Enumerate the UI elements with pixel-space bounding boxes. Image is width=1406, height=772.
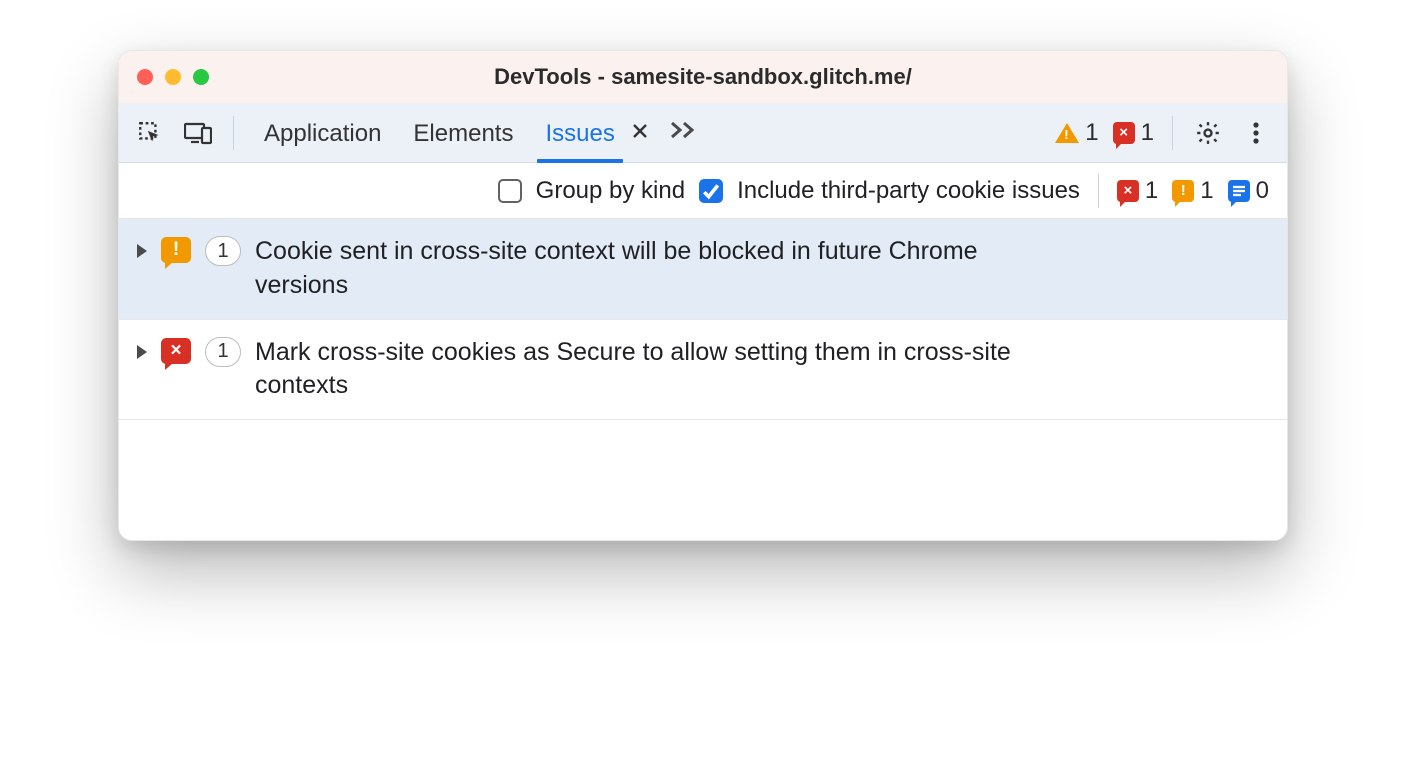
error-kind-count[interactable]: × 1 <box>1117 177 1158 205</box>
close-window-button[interactable] <box>137 69 153 85</box>
issue-count-badge: 1 <box>205 337 241 367</box>
info-kind-count[interactable]: 0 <box>1228 177 1269 205</box>
warning-kind-count[interactable]: ! 1 <box>1172 177 1213 205</box>
traffic-lights <box>137 69 209 85</box>
tab-application[interactable]: Application <box>258 106 387 160</box>
issue-title: Cookie sent in cross-site context will b… <box>255 235 1075 303</box>
warning-bubble-icon: ! <box>161 237 191 263</box>
maximize-window-button[interactable] <box>193 69 209 85</box>
issue-row[interactable]: × 1 Mark cross-site cookies as Secure to… <box>119 320 1287 421</box>
include-third-party-checkbox[interactable] <box>699 179 723 203</box>
issue-severity-icon: ! <box>161 237 191 263</box>
titlebar: DevTools - samesite-sandbox.glitch.me/ <box>119 51 1287 103</box>
window-title: DevTools - samesite-sandbox.glitch.me/ <box>119 64 1287 90</box>
main-toolbar: Application Elements Issues 1 × 1 <box>119 103 1287 163</box>
inspect-element-icon[interactable] <box>133 116 167 150</box>
issue-count-badge: 1 <box>205 236 241 266</box>
separator <box>1098 174 1099 208</box>
panel-tabs: Application Elements Issues <box>258 106 699 160</box>
error-bubble-icon: × <box>161 338 191 364</box>
toolbar-warning-count[interactable]: 1 <box>1055 119 1098 147</box>
expand-icon[interactable] <box>137 244 147 258</box>
separator <box>1172 116 1173 150</box>
toolbar-error-count[interactable]: × 1 <box>1113 119 1154 147</box>
close-tab-icon[interactable] <box>631 120 649 146</box>
filter-group-by-kind[interactable]: Group by kind <box>498 177 685 205</box>
tab-issues[interactable]: Issues <box>539 106 620 160</box>
issue-severity-icon: × <box>161 338 191 364</box>
expand-icon[interactable] <box>137 345 147 359</box>
warning-icon: ! <box>1172 180 1194 202</box>
error-icon: × <box>1117 180 1139 202</box>
tab-elements[interactable]: Elements <box>407 106 519 160</box>
issue-row[interactable]: ! 1 Cookie sent in cross-site context wi… <box>119 219 1287 320</box>
devtools-window: DevTools - samesite-sandbox.glitch.me/ A… <box>118 50 1288 541</box>
minimize-window-button[interactable] <box>165 69 181 85</box>
warning-icon <box>1055 123 1079 143</box>
device-toolbar-icon[interactable] <box>181 116 215 150</box>
error-count-value: 1 <box>1141 119 1154 147</box>
settings-icon[interactable] <box>1191 116 1225 150</box>
group-by-kind-label: Group by kind <box>536 177 685 205</box>
issue-title: Mark cross-site cookies as Secure to all… <box>255 336 1075 404</box>
separator <box>233 116 234 150</box>
issues-list: ! 1 Cookie sent in cross-site context wi… <box>119 219 1287 420</box>
issues-filterbar: Group by kind Include third-party cookie… <box>119 163 1287 219</box>
info-icon <box>1228 180 1250 202</box>
issue-kind-counts: × 1 ! 1 0 <box>1117 177 1269 205</box>
more-tabs-icon[interactable] <box>669 119 699 147</box>
include-third-party-label: Include third-party cookie issues <box>737 177 1080 205</box>
blank-area <box>119 420 1287 540</box>
more-options-icon[interactable] <box>1239 116 1273 150</box>
warning-count-value: 1 <box>1085 119 1098 147</box>
group-by-kind-checkbox[interactable] <box>498 179 522 203</box>
error-icon: × <box>1113 122 1135 144</box>
filter-include-third-party[interactable]: Include third-party cookie issues <box>699 177 1080 205</box>
